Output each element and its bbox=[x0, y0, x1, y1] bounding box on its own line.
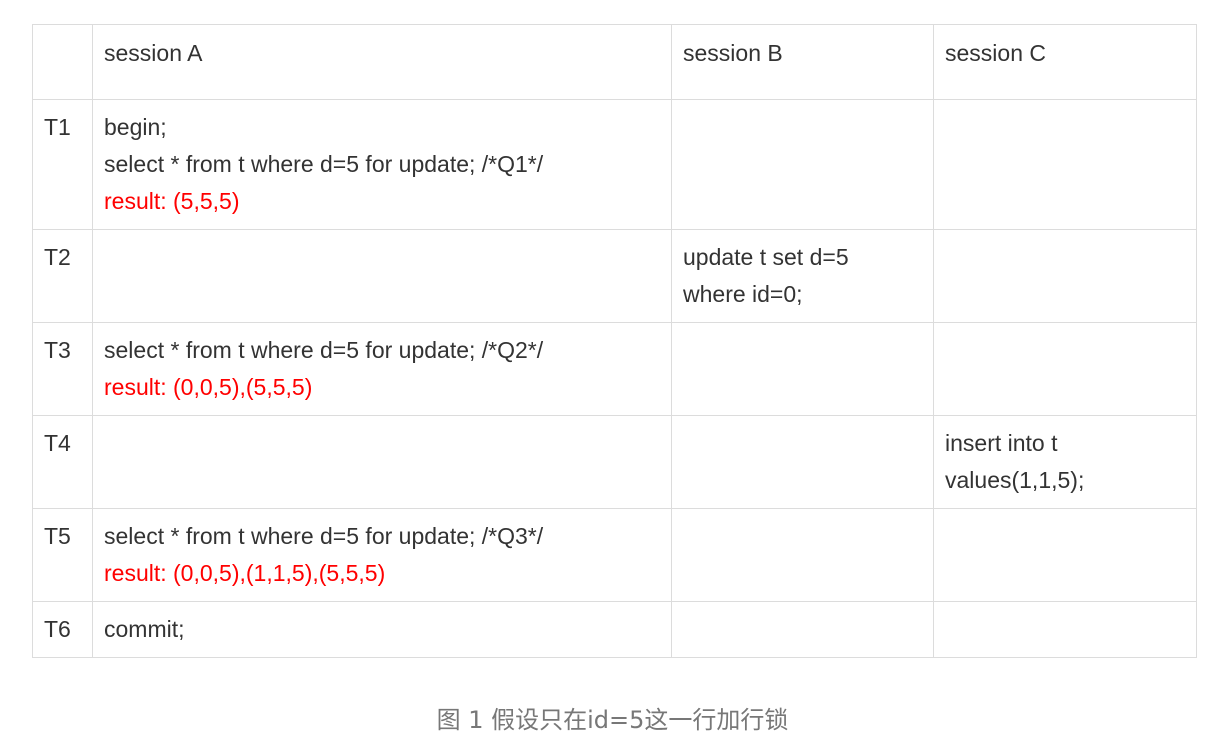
session-a-cell bbox=[92, 415, 672, 509]
sql-line: update t set d=5 bbox=[683, 244, 849, 270]
result-line: result: (0,0,5),(5,5,5) bbox=[104, 374, 313, 400]
session-c-cell bbox=[933, 99, 1197, 230]
session-a-cell: select * from t where d=5 for update; /*… bbox=[92, 508, 672, 602]
header-session-b: session B bbox=[671, 24, 934, 100]
session-table: session A session B session C T1 begin; … bbox=[32, 24, 1197, 658]
sql-line: insert into t bbox=[945, 430, 1058, 456]
time-cell: T3 bbox=[32, 322, 93, 416]
sql-line: where id=0; bbox=[683, 281, 803, 307]
table-row: T1 begin; select * from t where d=5 for … bbox=[32, 99, 1197, 230]
session-b-cell bbox=[671, 322, 934, 416]
session-c-cell bbox=[933, 229, 1197, 323]
session-b-cell bbox=[671, 415, 934, 509]
sql-line: begin; bbox=[104, 114, 167, 140]
table-row: T2 update t set d=5 where id=0; bbox=[32, 229, 1197, 323]
header-session-c: session C bbox=[933, 24, 1197, 100]
session-c-cell: insert into t values(1,1,5); bbox=[933, 415, 1197, 509]
sql-line: select * from t where d=5 for update; /*… bbox=[104, 523, 544, 549]
session-a-cell: begin; select * from t where d=5 for upd… bbox=[92, 99, 672, 230]
table-row: T3 select * from t where d=5 for update;… bbox=[32, 322, 1197, 416]
figure-caption: 图 1 假设只在id=5这一行加行锁 bbox=[436, 706, 789, 734]
table-row: T5 select * from t where d=5 for update;… bbox=[32, 508, 1197, 602]
sql-line: values(1,1,5); bbox=[945, 467, 1085, 493]
session-c-cell bbox=[933, 322, 1197, 416]
session-c-cell bbox=[933, 508, 1197, 602]
time-cell: T1 bbox=[32, 99, 93, 230]
sql-line: select * from t where d=5 for update; /*… bbox=[104, 151, 544, 177]
session-b-cell bbox=[671, 601, 934, 658]
session-a-cell: select * from t where d=5 for update; /*… bbox=[92, 322, 672, 416]
sql-line: select * from t where d=5 for update; /*… bbox=[104, 337, 544, 363]
result-line: result: (0,0,5),(1,1,5),(5,5,5) bbox=[104, 560, 386, 586]
header-time bbox=[32, 24, 93, 100]
header-row: session A session B session C bbox=[32, 24, 1197, 100]
result-line: result: (5,5,5) bbox=[104, 188, 240, 214]
session-c-cell bbox=[933, 601, 1197, 658]
header-session-a: session A bbox=[92, 24, 672, 100]
table-row: T6 commit; bbox=[32, 601, 1197, 658]
session-b-cell bbox=[671, 99, 934, 230]
time-cell: T2 bbox=[32, 229, 93, 323]
session-b-cell: update t set d=5 where id=0; bbox=[671, 229, 934, 323]
sql-line: commit; bbox=[104, 616, 185, 642]
session-a-cell bbox=[92, 229, 672, 323]
table-row: T4 insert into t values(1,1,5); bbox=[32, 415, 1197, 509]
session-b-cell bbox=[671, 508, 934, 602]
time-cell: T6 bbox=[32, 601, 93, 658]
session-a-cell: commit; bbox=[92, 601, 672, 658]
time-cell: T5 bbox=[32, 508, 93, 602]
time-cell: T4 bbox=[32, 415, 93, 509]
